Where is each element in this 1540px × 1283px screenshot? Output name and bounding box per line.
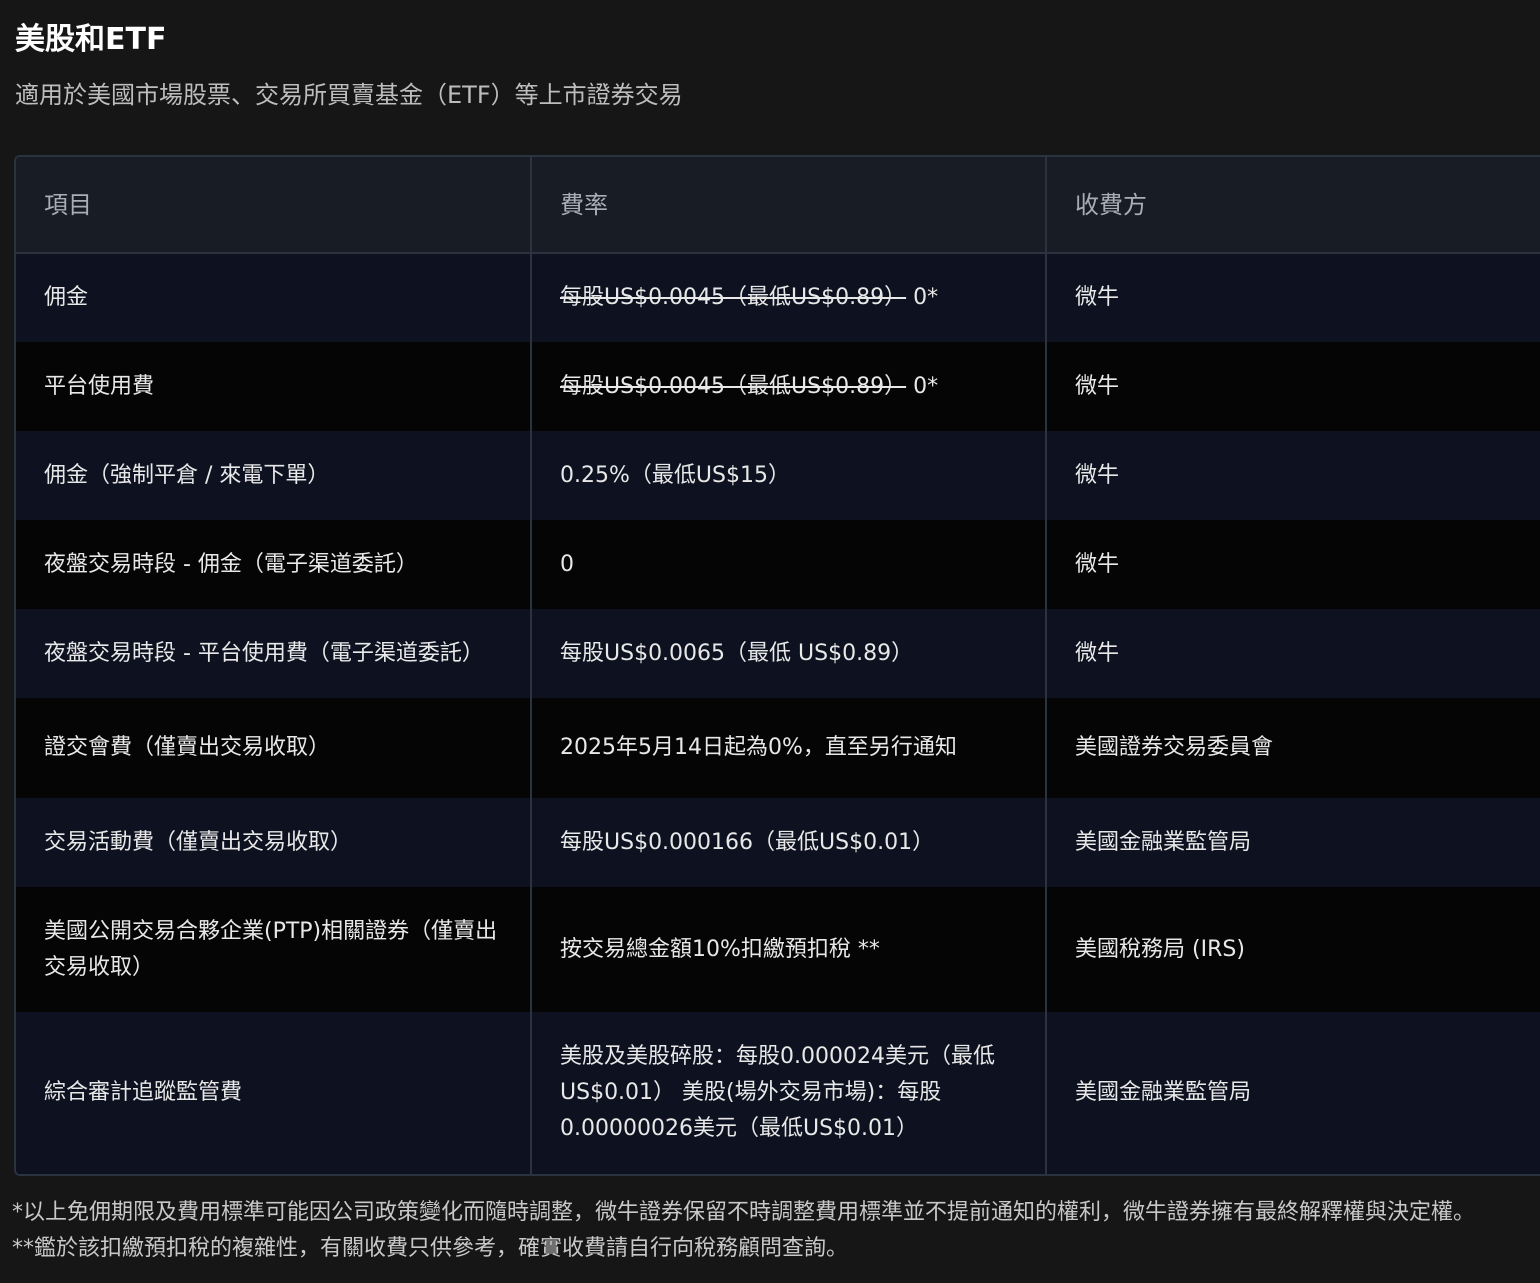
footnote-commission-policy: *以上免佣期限及費用標準可能因公司政策變化而隨時調整，微牛證券保留不時調整費用標… <box>12 1200 1476 1225</box>
cell-item: 夜盤交易時段 - 佣金（電子渠道委託） <box>16 520 532 609</box>
cell-payee: 微牛 <box>1046 342 1540 431</box>
cell-rate: 美股及美股碎股：每股0.000024美元（最低US$0.01） 美股(場外交易市… <box>531 1012 1047 1174</box>
cell-payee: 美國證券交易委員會 <box>1046 698 1540 798</box>
cell-rate: 每股US$0.0045（最低US$0.89） 0* <box>531 253 1047 342</box>
struck-rate: 每股US$0.0045（最低US$0.89） <box>560 373 907 399</box>
table-row: 平台使用費 每股US$0.0045（最低US$0.89） 0* 微牛 <box>16 342 1540 431</box>
cell-item: 美國公開交易合夥企業(PTP)相關證券（僅賣出交易收取） <box>16 887 532 1012</box>
fee-table: 項目 費率 收費方 佣金 每股US$0.0045（最低US$0.89） 0* 微… <box>16 157 1540 1174</box>
fee-table-container: 項目 費率 收費方 佣金 每股US$0.0045（最低US$0.89） 0* 微… <box>14 155 1540 1176</box>
cell-item: 佣金（強制平倉 / 來電下單） <box>16 431 532 520</box>
header-item: 項目 <box>16 157 532 254</box>
table-row: 綜合審計追蹤監管費 美股及美股碎股：每股0.000024美元（最低US$0.01… <box>16 1012 1540 1174</box>
cell-payee: 美國稅務局 (IRS) <box>1046 887 1540 1012</box>
table-row: 夜盤交易時段 - 佣金（電子渠道委託） 0 微牛 <box>16 520 1540 609</box>
cell-item: 夜盤交易時段 - 平台使用費（電子渠道委託） <box>16 609 532 698</box>
cell-rate: 0.25%（最低US$15） <box>531 431 1047 520</box>
page-title: 美股和ETF <box>15 22 167 57</box>
header-payee: 收費方 <box>1046 157 1540 254</box>
cell-payee: 微牛 <box>1046 253 1540 342</box>
cell-item: 證交會費（僅賣出交易收取） <box>16 698 532 798</box>
cell-rate: 2025年5月14日起為0%，直至另行通知 <box>531 698 1047 798</box>
cell-payee: 美國金融業監管局 <box>1046 798 1540 887</box>
table-row: 交易活動費（僅賣出交易收取） 每股US$0.000166（最低US$0.01） … <box>16 798 1540 887</box>
table-row: 佣金（強制平倉 / 來電下單） 0.25%（最低US$15） 微牛 <box>16 431 1540 520</box>
cell-item: 佣金 <box>16 253 532 342</box>
table-row: 夜盤交易時段 - 平台使用費（電子渠道委託） 每股US$0.0065（最低 US… <box>16 609 1540 698</box>
cell-rate: 0 <box>531 520 1047 609</box>
cell-payee: 微牛 <box>1046 431 1540 520</box>
cell-rate: 每股US$0.000166（最低US$0.01） <box>531 798 1047 887</box>
page-subtitle: 適用於美國市場股票、交易所買賣基金（ETF）等上市證券交易 <box>15 81 683 109</box>
table-row: 佣金 每股US$0.0045（最低US$0.89） 0* 微牛 <box>16 253 1540 342</box>
table-row: 美國公開交易合夥企業(PTP)相關證券（僅賣出交易收取） 按交易總金額10%扣繳… <box>16 887 1540 1012</box>
cell-payee: 微牛 <box>1046 609 1540 698</box>
cell-rate: 每股US$0.0065（最低 US$0.89） <box>531 609 1047 698</box>
cell-item: 平台使用費 <box>16 342 532 431</box>
table-header-row: 項目 費率 收費方 <box>16 157 1540 254</box>
footnotes: *以上免佣期限及費用標準可能因公司政策變化而隨時調整，微牛證券保留不時調整費用標… <box>12 1195 1540 1267</box>
current-rate: 0* <box>906 285 939 310</box>
cell-item: 綜合審計追蹤監管費 <box>16 1012 532 1174</box>
current-rate: 0* <box>906 373 939 399</box>
cell-payee: 美國金融業監管局 <box>1046 1012 1540 1174</box>
struck-rate: 每股US$0.0045（最低US$0.89） <box>560 285 907 310</box>
cell-payee: 微牛 <box>1046 520 1540 609</box>
header-rate: 費率 <box>531 157 1047 254</box>
cell-rate: 每股US$0.0045（最低US$0.89） 0* <box>531 342 1047 431</box>
fee-page: 美股和ETF 適用於美國市場股票、交易所買賣基金（ETF）等上市證券交易 項目 … <box>0 0 1540 1283</box>
cell-item: 交易活動費（僅賣出交易收取） <box>16 798 532 887</box>
footnote-withholding-tax: **鑑於該扣繳預扣稅的複雜性，有關收費只供參考，確實收費請自行向稅務顧問查詢。 <box>12 1236 849 1261</box>
cell-rate: 按交易總金額10%扣繳預扣稅 ** <box>531 887 1047 1012</box>
table-row: 證交會費（僅賣出交易收取） 2025年5月14日起為0%，直至另行通知 美國證券… <box>16 698 1540 798</box>
